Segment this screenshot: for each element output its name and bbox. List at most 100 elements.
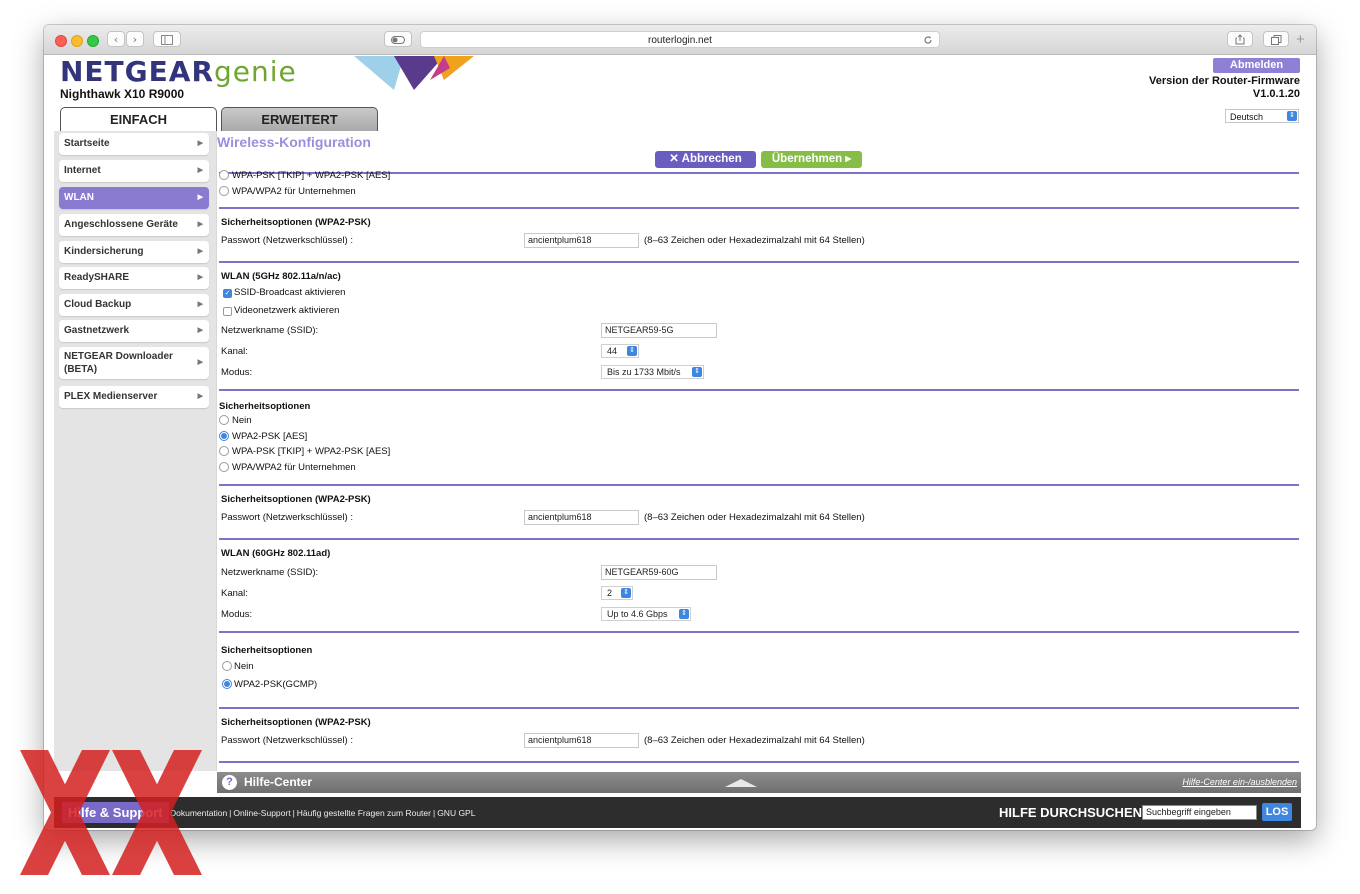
share-button[interactable] [1227, 31, 1253, 47]
sidebar-item-plex[interactable]: PLEX Medienserver ▶ [59, 386, 209, 408]
password-label: Passwort (Netzwerkschlüssel) : [221, 512, 353, 523]
help-toggle-link[interactable]: Hilfe-Center ein-/ausblenden [1182, 777, 1297, 787]
cancel-button[interactable]: ✕ Abbrechen [655, 151, 756, 168]
section-title: Sicherheitsoptionen [221, 645, 313, 656]
apply-label: Übernehmen [771, 153, 843, 165]
sidebar: Startseite ▶ Internet ▶ WLAN ▶ Angeschlosse… [54, 131, 216, 771]
arrow-right-icon: ▶ [197, 167, 203, 174]
page-title: Wireless-Konfiguration [217, 134, 371, 150]
channel-label: Kanal: [221, 588, 248, 599]
arrow-right-icon: ▶ [197, 393, 203, 400]
arrow-right-icon: ▶ [197, 248, 203, 255]
help-center-bar[interactable]: ? Hilfe-Center Hilfe-Center ein-/ausblen… [217, 772, 1301, 793]
sidebar-item-internet[interactable]: Internet ▶ [59, 160, 209, 182]
new-tab-icon[interactable]: + [1296, 32, 1305, 47]
sidebar-item-cloud-backup[interactable]: Cloud Backup ▶ [59, 294, 209, 316]
forward-button[interactable]: › [126, 31, 144, 47]
firmware-version: V1.0.1.20 [1252, 88, 1300, 100]
sidebar-item-label: PLEX Medienserver [64, 391, 158, 402]
password-5g-field[interactable]: ancientplum618 [524, 510, 639, 525]
divider [219, 207, 1299, 209]
ssid-broadcast-checkbox[interactable]: ✓ [223, 289, 232, 298]
ssid-60g-field[interactable]: NETGEAR59-60G [601, 565, 717, 580]
language-value: Deutsch [1230, 112, 1264, 122]
sidebar-item-readyshare[interactable]: ReadySHARE ▶ [59, 267, 209, 289]
mode-5g-select[interactable]: Bis zu 1733 Mbit/s ⇕ [601, 365, 704, 379]
language-select[interactable]: Deutsch ⇕ [1225, 109, 1299, 123]
zoom-window-button[interactable] [87, 35, 99, 47]
back-button[interactable]: ‹ [107, 31, 125, 47]
sidebar-item-downloader[interactable]: NETGEAR Downloader (BETA) ▶ [59, 347, 209, 379]
select-value: 2 [607, 588, 613, 598]
option-label: WPA/WPA2 für Unternehmen [232, 186, 356, 197]
password-hint: (8–63 Zeichen oder Hexadezimalzahl mit 6… [644, 235, 865, 246]
radio-enterprise-5g[interactable] [219, 462, 229, 472]
url-text: routerlogin.net [648, 35, 712, 46]
radio-enterprise-2g[interactable] [219, 186, 229, 196]
footer-link-support[interactable]: Online-Support [233, 808, 290, 818]
apply-button[interactable]: Übernehmen ▸ [761, 151, 862, 168]
sidebar-item-label: Kindersicherung [64, 246, 144, 257]
help-search-input[interactable]: Suchbegriff eingeben [1142, 805, 1257, 820]
sidebar-item-parental-control[interactable]: Kindersicherung ▶ [59, 241, 209, 263]
reader-button[interactable] [384, 31, 412, 47]
select-value: Up to 4.6 Gbps [607, 609, 668, 619]
sidebar-item-connected-devices[interactable]: Angeschlossene Geräte ▶ [59, 214, 209, 236]
brand-name: NETGEAR [60, 55, 214, 88]
password-field[interactable]: ancientplum618 [524, 233, 639, 248]
search-go-button[interactable]: LOS [1262, 803, 1292, 821]
arrow-right-icon: ▶ [197, 140, 203, 147]
radio-none-60g[interactable] [222, 661, 232, 671]
password-60g-field[interactable]: ancientplum618 [524, 733, 639, 748]
expand-arrow-icon[interactable] [725, 779, 757, 787]
footer-links: Dokumentation | Online-Support | Häufig gest… [170, 808, 476, 818]
radio-wpa2-aes-5g[interactable] [219, 431, 229, 441]
radio-none-5g[interactable] [219, 415, 229, 425]
brand-suffix: genie [214, 55, 297, 88]
ssid-5g-field[interactable]: NETGEAR59-5G [601, 323, 717, 338]
option-label: Nein [234, 661, 254, 672]
option-label: WPA2-PSK [AES] [232, 431, 308, 442]
divider [219, 707, 1299, 709]
option-label: WPA/WPA2 für Unternehmen [232, 462, 356, 473]
browser-toolbar: ‹ › routerlogin.net + [44, 25, 1316, 55]
arrow-right-icon: ▶ [197, 359, 203, 366]
arrow-right-icon: ▶ [197, 274, 203, 281]
password-hint: (8–63 Zeichen oder Hexadezimalzahl mit 6… [644, 512, 865, 523]
cancel-label: Abbrechen [681, 153, 742, 165]
footer-link-faq[interactable]: Häufig gestellte Fragen zum Router [297, 808, 431, 818]
mode-60g-select[interactable]: Up to 4.6 Gbps ⇕ [601, 607, 691, 621]
sidebar-item-label: Startseite [64, 138, 110, 149]
logout-button[interactable]: Abmelden [1213, 58, 1300, 73]
sidebar-toggle-button[interactable] [153, 31, 181, 47]
toggle-icon [391, 36, 405, 44]
close-icon: ✕ [669, 153, 682, 165]
address-bar[interactable]: routerlogin.net [420, 31, 940, 48]
channel-60g-select[interactable]: 2 ⇕ [601, 586, 633, 600]
sidebar-item-guest-network[interactable]: Gastnetzwerk ▶ [59, 320, 209, 342]
share-icon [1235, 34, 1245, 45]
tab-advanced[interactable]: ERWEITERT [221, 107, 378, 131]
footer-link-gpl[interactable]: GNU GPL [437, 808, 475, 818]
radio-gcmp-60g[interactable] [222, 679, 232, 689]
footer: Hilfe & Support Dokumentation | Online-Sup… [54, 797, 1301, 828]
sidebar-item-label: Cloud Backup [64, 299, 132, 310]
sidebar-item-wlan[interactable]: WLAN ▶ [59, 187, 209, 209]
tabs-button[interactable] [1263, 31, 1289, 47]
minimize-window-button[interactable] [71, 35, 83, 47]
mode-label: Modus: [221, 609, 253, 620]
radio-mixed-5g[interactable] [219, 446, 229, 456]
select-stepper-icon: ⇕ [621, 588, 631, 598]
footer-link-docs[interactable]: Dokumentation [170, 808, 227, 818]
channel-label: Kanal: [221, 346, 248, 357]
radio-mixed-2g[interactable] [219, 170, 229, 180]
video-network-checkbox[interactable] [223, 307, 232, 316]
section-title: Sicherheitsoptionen (WPA2-PSK) [221, 494, 371, 505]
divider [219, 261, 1299, 263]
tab-simple[interactable]: EINFACH [60, 107, 217, 131]
router-model: Nighthawk X10 R9000 [60, 87, 185, 101]
close-window-button[interactable] [55, 35, 67, 47]
channel-5g-select[interactable]: 44 ⇕ [601, 344, 639, 358]
sidebar-item-startseite[interactable]: Startseite ▶ [59, 133, 209, 155]
reload-icon[interactable] [923, 35, 933, 45]
